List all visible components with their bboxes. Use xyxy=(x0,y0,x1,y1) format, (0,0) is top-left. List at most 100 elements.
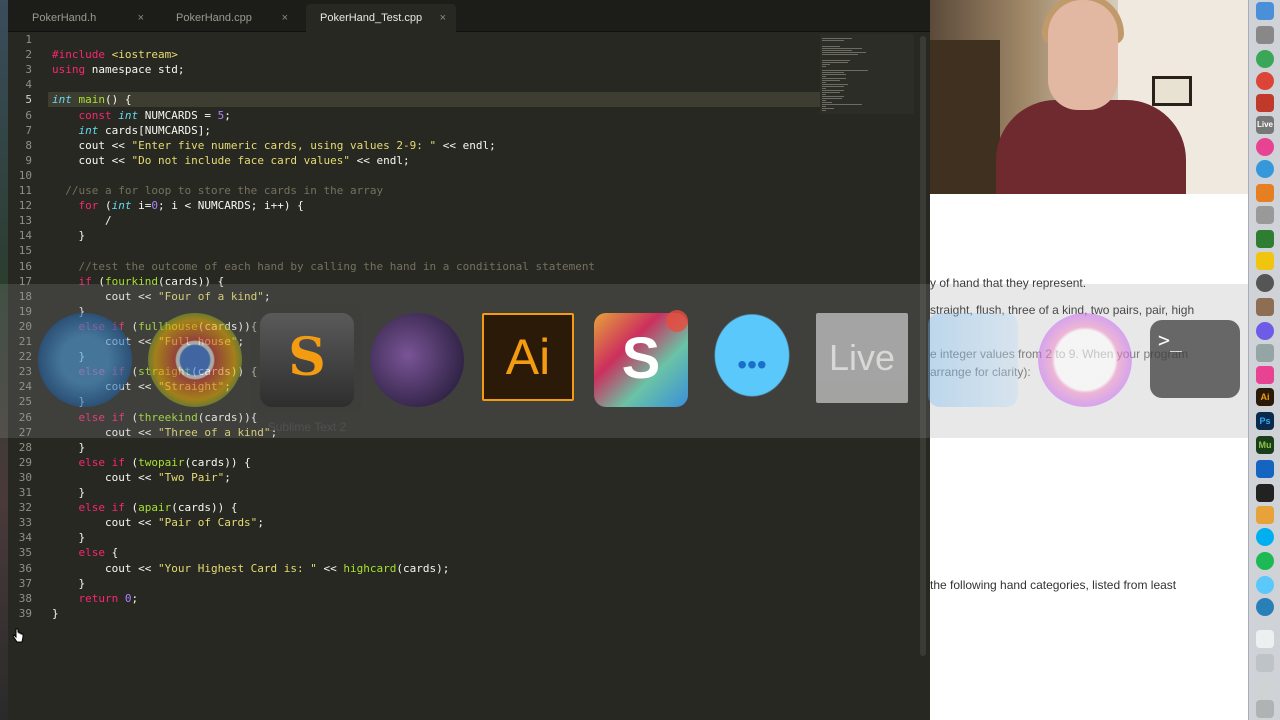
minimap-line xyxy=(822,38,852,39)
terminal-dock-icon[interactable] xyxy=(1256,484,1274,502)
finder-dock-icon[interactable] xyxy=(1256,2,1274,20)
safari-app-icon[interactable] xyxy=(38,313,132,407)
minimap-line xyxy=(822,86,844,87)
line-number: 29 xyxy=(18,455,32,469)
itunes-dock-icon[interactable] xyxy=(1256,138,1274,156)
minimap-line xyxy=(822,46,840,47)
cam-picture-frame xyxy=(1152,76,1192,106)
terminal-app-icon[interactable]: >_ xyxy=(1150,320,1240,398)
indesign-dock-icon[interactable] xyxy=(1256,366,1274,384)
spotify-dock-icon[interactable] xyxy=(1256,552,1274,570)
hand-cursor-icon xyxy=(12,628,24,643)
illustrator-label: Ai xyxy=(505,329,551,385)
code-line: //use a for loop to store the cards in t… xyxy=(65,184,384,197)
live-label: Live xyxy=(828,337,896,378)
close-icon[interactable]: × xyxy=(440,4,446,32)
sublime-text-app-icon[interactable]: S xyxy=(260,313,354,407)
live-dock-icon[interactable]: Live xyxy=(1256,116,1274,134)
tab-pokerhand-test-cpp[interactable]: PokerHand_Test.cpp × xyxy=(306,4,456,32)
code-line: return 0; xyxy=(78,591,139,605)
minimap-line xyxy=(822,48,862,49)
code-line: int cards[NUMCARDS]; xyxy=(78,123,211,137)
code-line: using namespace std; xyxy=(52,63,185,77)
minimap-line xyxy=(822,82,826,83)
line-number: 15 xyxy=(18,244,32,258)
line-number: 37 xyxy=(18,576,32,590)
line-number: 28 xyxy=(18,440,32,454)
code-line: else { xyxy=(78,546,119,560)
messages-dock-icon[interactable] xyxy=(1256,576,1274,594)
line-number: 4 xyxy=(25,78,32,92)
finder-app-icon[interactable] xyxy=(928,313,1018,407)
chrome-canary-dock-icon[interactable] xyxy=(1256,72,1274,90)
itunes-app-icon[interactable] xyxy=(1038,313,1132,407)
code-line: } xyxy=(52,229,86,243)
line-number: 31 xyxy=(18,486,32,499)
evernote-dock-icon[interactable] xyxy=(1256,230,1274,248)
minimap-line xyxy=(822,72,844,73)
minimap-line xyxy=(822,84,848,85)
close-icon[interactable]: × xyxy=(138,4,144,32)
minimap-line xyxy=(822,110,826,111)
utility-dock-icon[interactable] xyxy=(1256,206,1274,224)
finder-window-dock-icon[interactable] xyxy=(1256,460,1274,478)
code-line: cout << "Two Pair"; xyxy=(52,470,231,484)
launchpad-dock-icon[interactable] xyxy=(1256,26,1274,44)
line-number: 14 xyxy=(18,229,32,243)
preferences-dock-icon[interactable] xyxy=(1256,274,1274,292)
minimap-line xyxy=(822,64,830,65)
code-line: } xyxy=(52,531,86,545)
close-icon[interactable]: × xyxy=(282,4,288,32)
chrome-app-icon[interactable] xyxy=(148,313,242,407)
eclipse-dock-icon[interactable] xyxy=(1256,322,1274,340)
minimap-line xyxy=(822,94,826,95)
chrome-dock-icon[interactable] xyxy=(1256,50,1274,68)
skype-dock-icon[interactable] xyxy=(1256,528,1274,546)
document-dock-icon[interactable] xyxy=(1256,630,1274,648)
app-store-dock-icon[interactable] xyxy=(1256,160,1274,178)
photoshop-dock-icon[interactable]: Ps xyxy=(1256,412,1274,430)
safari-dock-icon[interactable] xyxy=(1256,598,1274,616)
notes-dock-icon[interactable] xyxy=(1256,252,1274,270)
illustrator-dock-icon[interactable]: Ai xyxy=(1256,388,1274,406)
minimap-line xyxy=(822,62,848,63)
font-dock-icon[interactable] xyxy=(1256,298,1274,316)
line-number: 36 xyxy=(18,561,32,575)
line-number: 7 xyxy=(25,123,32,137)
ableton-live-app-icon[interactable]: Live xyxy=(816,313,908,403)
tab-pokerhand-cpp[interactable]: PokerHand.cpp × xyxy=(162,4,298,32)
media-dock-icon[interactable] xyxy=(1256,94,1274,112)
minimap-line xyxy=(822,100,826,101)
muse-dock-icon[interactable]: Mu xyxy=(1256,436,1274,454)
folder-dock-icon[interactable] xyxy=(1256,680,1274,698)
minimap-line xyxy=(822,96,844,97)
minimap-line xyxy=(822,102,832,103)
illustrator-app-icon[interactable]: Ai xyxy=(482,313,574,401)
right-dock: Live Ai Ps Mu xyxy=(1248,0,1280,720)
eclipse-app-icon[interactable] xyxy=(370,313,464,407)
code-line: cout << "Pair of Cards"; xyxy=(52,516,264,530)
minimap[interactable] xyxy=(820,34,914,114)
cam-background-window xyxy=(930,40,1000,194)
minimap-line xyxy=(822,92,840,93)
minimap-line xyxy=(822,78,846,79)
page-text: the following hand categories, listed fr… xyxy=(930,578,1177,592)
minimap-line xyxy=(822,108,834,109)
minimap-line xyxy=(822,50,852,51)
line-number: 38 xyxy=(18,591,32,605)
code-line: for (int i=0; i < NUMCARDS; i++) { xyxy=(78,199,304,213)
minimap-line xyxy=(822,88,826,89)
browser-page[interactable]: y of hand that they represent. straight,… xyxy=(930,194,1248,720)
minimap-line xyxy=(822,74,846,75)
trash-dock-icon[interactable] xyxy=(1256,700,1274,718)
messages-app-icon[interactable]: ••• xyxy=(705,313,799,407)
code-line: cout << "Your Highest Card is: " << high… xyxy=(52,561,450,575)
downloads-dock-icon[interactable] xyxy=(1256,654,1274,672)
slack-dock-icon[interactable] xyxy=(1256,506,1274,524)
tab-pokerhand-h[interactable]: PokerHand.h × xyxy=(18,4,154,32)
minimap-line xyxy=(822,76,826,77)
code-line: else if (twopair(cards)) { xyxy=(78,455,251,469)
terminal-label: >_ xyxy=(1158,328,1183,352)
vlc-dock-icon[interactable] xyxy=(1256,184,1274,202)
maps-dock-icon[interactable] xyxy=(1256,344,1274,362)
